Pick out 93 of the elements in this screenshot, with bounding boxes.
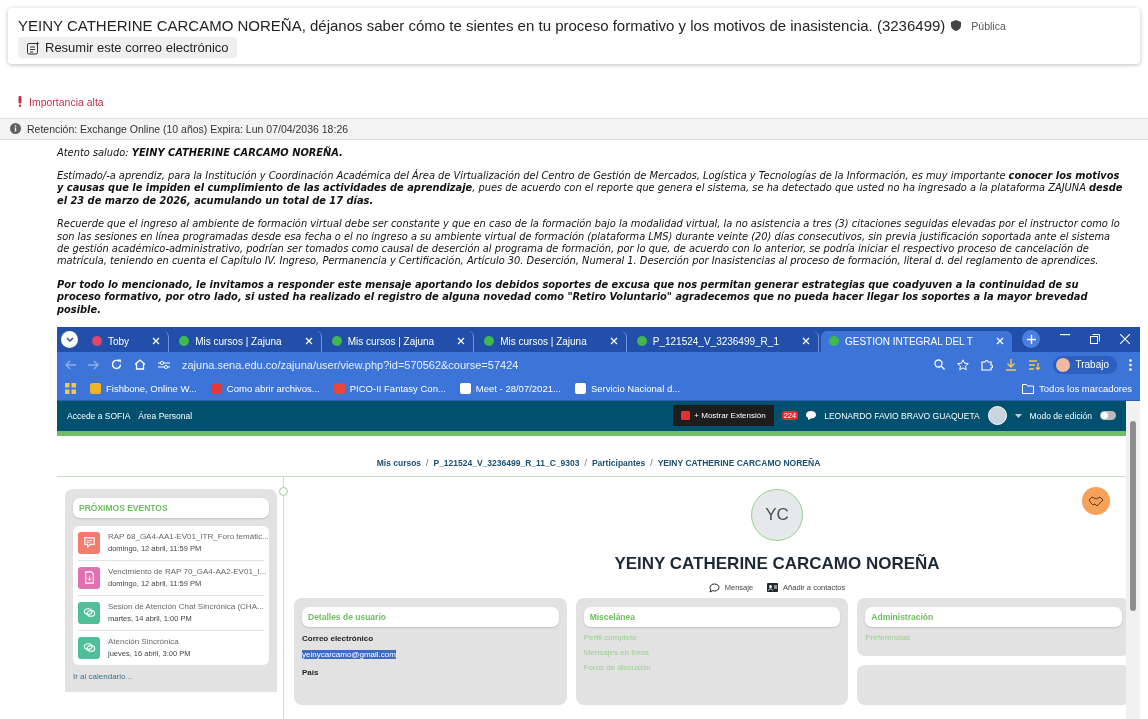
- chevron-down-icon: [65, 336, 74, 342]
- field-label: Correo electrónico: [302, 633, 375, 643]
- reload-icon[interactable]: [111, 359, 122, 371]
- tab-title: Mis cursos | Zajuna: [195, 335, 282, 347]
- folder-icon: [1022, 383, 1035, 394]
- chat-icon[interactable]: [806, 411, 817, 421]
- close-icon[interactable]: [609, 337, 618, 346]
- field-label: País: [302, 667, 320, 677]
- new-tab-button[interactable]: [1022, 330, 1040, 349]
- tab-title: Toby: [108, 335, 130, 347]
- tab-search-button[interactable]: [61, 330, 78, 348]
- puzzle-icon[interactable]: [981, 358, 994, 371]
- browser-tab[interactable]: Mis cursos | Zajuna: [171, 330, 322, 352]
- breadcrumb-separator: /: [426, 457, 429, 468]
- menu-icon[interactable]: [1129, 358, 1132, 371]
- restore-icon[interactable]: [1090, 334, 1100, 345]
- card-title: Administración: [865, 606, 1122, 627]
- bookmark[interactable]: Meet - 28/07/2021...: [459, 383, 561, 395]
- tab-title: Mis cursos | Zajuna: [500, 335, 587, 347]
- body-paragraph: Recuerde que el ingreso al ambiente de formación virtual debe ser constante y que en caso de la formación bajo la modalidad virtual, la no asistencia a tres (3) citaciones seguidas elevadas por el instructor como lo son las sesiones en línea programadas desde esa fecha o el no ingreso a su ambiente virtual de formación (plataforma LMS) durante veinte (20) días consecutivos, sin previa justificación soportada ante el sistema de gestión académico-administrativo, podrían ser tomados como causal de deserción al programa de formación, por lo que, de acuerdo con lo anterior, se podría iniciar el respectivo proceso de cancelación de matrícula, teniendo en cuenta el Capítulo IV. Ingreso, Permanencia y Certificación, Artículo 30. Deserción, Numeral 1. Deserción por Inasistencias al proceso de formación, literal d. del reglamento de aprendices.: [57, 218, 1121, 268]
- browser-tab[interactable]: Mis cursos | Zajuna: [476, 330, 627, 352]
- info-icon: [10, 123, 21, 134]
- caret-icon[interactable]: [1014, 413, 1022, 418]
- site-info-icon[interactable]: [158, 359, 170, 370]
- calendar-link[interactable]: Ir al calendario...: [73, 671, 133, 681]
- avatar-icon: [1056, 357, 1071, 372]
- event-title[interactable]: Vencimiento de RAP 70_GA4-AA2-EV01_I...: [108, 566, 267, 576]
- download-icon[interactable]: [1005, 358, 1018, 371]
- tab-title: P_121524_V_3236499_R_1: [652, 335, 779, 347]
- extension-icon: [681, 411, 691, 421]
- help-button[interactable]: [1082, 486, 1110, 515]
- exclamation-icon: [18, 96, 22, 107]
- close-icon[interactable]: [304, 337, 313, 346]
- sensitivity-label: Pública: [971, 19, 1006, 32]
- bookmark[interactable]: Fishbone, Online W...: [90, 383, 197, 395]
- breadcrumb-link[interactable]: Participantes: [591, 457, 646, 468]
- profile-button[interactable]: Trabajo: [1053, 355, 1117, 374]
- scrollbar[interactable]: [1126, 400, 1140, 719]
- card-title: Miscelánea: [583, 606, 841, 627]
- summary-icon: [26, 40, 40, 55]
- card-title: Detalles de usuario: [302, 606, 559, 627]
- panel-title: PRÓXIMOS EVENTOS: [73, 497, 269, 518]
- breadcrumb-link[interactable]: Mis cursos: [376, 457, 422, 468]
- close-icon[interactable]: [457, 337, 466, 346]
- plus-icon: [1026, 334, 1036, 344]
- event-title[interactable]: Atención Sincrónica: [108, 636, 191, 646]
- all-bookmarks-button[interactable]: Todos los marcadores: [1022, 383, 1132, 395]
- contact-card-icon: [767, 583, 779, 593]
- profile-name: YEINY CATHERINE CARCAMO NOREÑA: [614, 553, 940, 574]
- address-field[interactable]: zajuna.sena.edu.co/zajuna/user/view.php?id=570562&course=57424: [182, 358, 519, 371]
- summarize-button[interactable]: Resumir este correo electrónico: [18, 37, 237, 58]
- browser-tab[interactable]: P_121524_V_3236499_R_1: [628, 330, 819, 352]
- tab-title: GESTION INTEGRAL DEL T: [845, 335, 973, 347]
- edit-mode-label: Modo de edición: [1029, 410, 1092, 421]
- user-avatar[interactable]: [987, 406, 1007, 426]
- close-icon[interactable]: [1120, 334, 1130, 345]
- tab-title: Mis cursos | Zajuna: [347, 335, 435, 347]
- browser-tab[interactable]: GESTION INTEGRAL DEL T: [821, 330, 1012, 352]
- event-title[interactable]: Sesion de Atención Chat Sincrónica (CHA...: [108, 601, 264, 611]
- retention-text: Retención: Exchange Online (10 años) Expira: Lun 07/04/2036 18:26: [27, 122, 349, 135]
- breadcrumb-separator: /: [584, 457, 587, 468]
- extension-button[interactable]: + Mostrar Extensión: [673, 405, 774, 427]
- shield-icon: [951, 20, 962, 31]
- close-icon[interactable]: [152, 337, 161, 346]
- nav-link[interactable]: Accede a SOFIA: [67, 410, 131, 421]
- breadcrumb-link[interactable]: P_121524_V_3236499_R_11_C_9303: [433, 457, 580, 468]
- zoom-icon[interactable]: [934, 359, 946, 371]
- field-value: yeinycarcamo@gmail.com: [302, 649, 396, 659]
- star-icon[interactable]: [957, 358, 970, 371]
- nav-link[interactable]: Área Personal: [138, 410, 193, 421]
- minimize-icon[interactable]: [1060, 334, 1070, 337]
- bookmark[interactable]: PICO-II Fantasy Con...: [333, 383, 446, 395]
- event-title[interactable]: RAP 68_GA4-AA1-EV01_ITR_Foro temátic...: [108, 531, 269, 541]
- breadcrumb-separator: /: [650, 457, 653, 468]
- importance-label: Importancia alta: [29, 95, 104, 108]
- close-icon[interactable]: [802, 337, 810, 346]
- user-name: LEONARDO FAVIO BRAVO GUAQUETA: [824, 410, 980, 421]
- edit-mode-toggle[interactable]: [1100, 411, 1116, 421]
- home-icon[interactable]: [134, 359, 146, 371]
- browser-tab[interactable]: Toby: [84, 330, 170, 352]
- email-subject: YEINY CATHERINE CARCAMO NOREÑA, déjanos saber cómo te sientes en tu proceso formativo y los motivos de inasistencia. (3236499): [18, 17, 946, 34]
- close-icon[interactable]: [996, 337, 1004, 346]
- bookmark[interactable]: Servicio Nacional d...: [574, 383, 681, 395]
- speech-bubble-icon: [708, 582, 720, 593]
- body-paragraph: Por todo lo mencionado, le invitamos a responder este mensaje aportando los debidos soportes de excusa que nos permitan generar estrategias que coadyuven a la continuidad de su proceso formativo, por otro lado, si usted ha realizado el registro de alguna novedad como "Retiro Voluntario" agradecemos que no pueda hacer llegar los soportes a la mayor brevedad posible.: [57, 278, 1089, 316]
- profile-avatar: YC: [751, 488, 803, 541]
- apps-icon[interactable]: [65, 383, 76, 395]
- browser-tab[interactable]: Mis cursos | Zajuna: [323, 330, 475, 352]
- bookmark[interactable]: Como abrir archivos...: [210, 383, 320, 395]
- timeline-node: [279, 486, 288, 496]
- breadcrumb-link[interactable]: YEINY CATHERINE CARCAMO NOREÑA: [657, 457, 821, 468]
- body-paragraph: Estimado/-a aprendiz, para la Institución y Coordinación Académica del Área de Virtualización del Centro de Gestión de Mercados, Logística y Tecnologías de la Información, es muy importante conocer los motivos y causas que le impiden el cumplimiento de las actividades de aprendizaje, pues de acuerdo con el reporte que genera el sistema, se ha detectado que usted no ha ingresado a la plataforma ZAJUNA desde el 23 de marzo de 2026, acumulando un total de 17 días.: [57, 169, 1124, 208]
- body-paragraph: Atento saludo: YEINY CATHERINE CARCAMO NOREÑA.: [57, 146, 344, 159]
